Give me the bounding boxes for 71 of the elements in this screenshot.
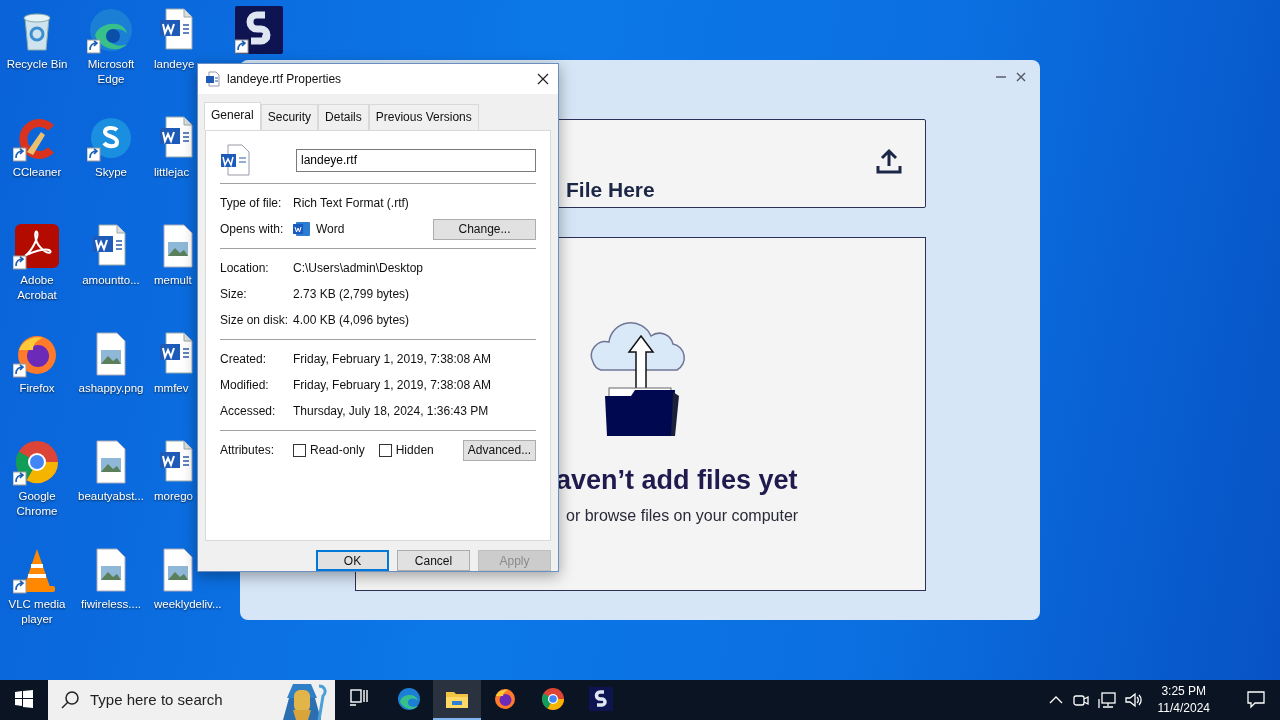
browser-icon [541, 687, 565, 711]
field-value: 4.00 KB (4,096 bytes) [293, 312, 410, 329]
clock-time: 3:25 PM [1160, 683, 1208, 700]
icon-label[interactable]: fiwireless.... [80, 597, 142, 612]
field-label: Opens with: [220, 221, 285, 238]
windows-logo-icon [15, 690, 33, 708]
app-icon [589, 687, 613, 711]
icon-label[interactable]: Google Chrome [1, 489, 73, 519]
document-icon [220, 144, 250, 176]
field-label: Type of file: [220, 195, 283, 212]
tab[interactable]: General [204, 102, 261, 130]
network-icon[interactable] [1097, 691, 1116, 709]
checkbox[interactable]: Hidden [378, 441, 434, 459]
window-title: landeye.rtf Properties [227, 71, 342, 88]
app-icon[interactable] [235, 6, 283, 54]
tab[interactable]: Previous Versions [368, 104, 479, 130]
close-icon[interactable] [1014, 70, 1028, 84]
taskbar-app[interactable] [433, 680, 481, 720]
field-label: Modified: [220, 377, 270, 394]
field-value: Thursday, July 18, 2024, 1:36:43 PM [293, 403, 489, 420]
icon-label[interactable]: amountto... [82, 273, 140, 288]
field-value: Word [316, 221, 345, 238]
icon-label[interactable]: ashappy.png [78, 381, 144, 396]
field-label: Accessed: [220, 403, 277, 420]
dialog-button[interactable]: OK [316, 550, 389, 571]
file-name-field[interactable]: landeye.rtf [296, 148, 536, 172]
document-icon [205, 71, 221, 87]
field-value: 2.73 KB (2,799 bytes) [293, 286, 410, 303]
field-label: Created: [220, 351, 268, 368]
icon-label[interactable]: Adobe Acrobat [1, 273, 73, 303]
browser-icon[interactable] [13, 438, 61, 486]
browser-icon [493, 687, 517, 711]
checkbox[interactable]: Read-only [293, 441, 365, 459]
icon-label[interactable]: Skype [95, 165, 127, 180]
icon-label[interactable]: CCleaner [12, 165, 62, 180]
drop-label: File Here [566, 177, 655, 203]
field-label: Attributes: [220, 442, 276, 459]
field-label: Location: [220, 260, 270, 277]
field-value: Friday, February 1, 2019, 7:38:08 AM [293, 377, 491, 394]
field-label: Size: [220, 286, 248, 303]
upload-icon[interactable] [875, 148, 903, 176]
icon-label[interactable]: VLC media player [1, 597, 73, 627]
icon-label[interactable]: weeklydeliv... [154, 597, 222, 612]
browser-icon[interactable] [87, 6, 135, 54]
word-app-icon [293, 221, 311, 237]
tab[interactable]: Security [260, 104, 319, 130]
icon-label[interactable]: beautyabst... [78, 489, 144, 504]
icon-label[interactable]: littlejac [154, 165, 190, 180]
advanced-button[interactable]: Advanced... [463, 439, 536, 461]
browser-icon [397, 687, 421, 711]
tab[interactable]: Details [318, 104, 369, 130]
icon-label[interactable]: Firefox [19, 381, 55, 396]
icon-label[interactable]: landeye [154, 57, 195, 72]
clock-date: 11/4/2024 [1157, 700, 1210, 717]
field-label: Size on disk: [220, 312, 290, 329]
empty-hint: or browse files on your computer [566, 506, 799, 526]
chat-bubble-icon [1246, 689, 1266, 709]
icon-label[interactable]: Microsoft Edge [75, 57, 147, 87]
dialog-button[interactable]: Cancel [397, 550, 470, 571]
empty-title: aven’t add files yet [556, 464, 798, 497]
field-value: Friday, February 1, 2019, 7:38:08 AM [293, 351, 491, 368]
search-field[interactable]: Type here to search [88, 687, 268, 713]
field-value: C:\Users\admin\Desktop [293, 260, 424, 277]
pdf-app-icon[interactable] [13, 222, 61, 270]
close-icon [537, 73, 549, 85]
icon-label[interactable]: morego [154, 489, 193, 504]
icon-label[interactable]: memult [154, 273, 192, 288]
icon-label[interactable]: mmfev [154, 381, 189, 396]
icon-label[interactable]: Recycle Bin [6, 57, 68, 72]
change-button[interactable]: Change... [433, 218, 536, 240]
volume-icon[interactable] [1123, 691, 1144, 709]
